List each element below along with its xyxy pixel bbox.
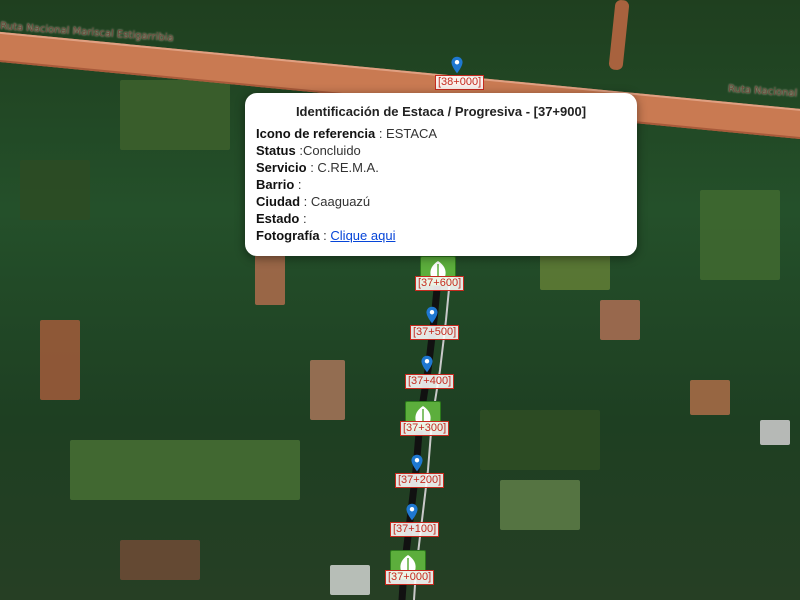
info-popup: Identificación de Estaca / Progresiva - … [245,93,637,256]
row-value: :Concluido [295,143,361,158]
map-pin-icon[interactable] [450,56,464,74]
row-label: Servicio [256,160,307,175]
popup-rows: Icono de referencia : ESTACA Status :Conc… [256,125,626,227]
row-value: : ESTACA [375,126,438,141]
photo-link[interactable]: Clique aqui [330,228,395,243]
row-label: Fotografía [256,228,320,243]
photo-row: Fotografía : Clique aqui [256,227,626,244]
row-label: Estado [256,211,300,226]
map-pin-icon[interactable] [405,503,419,521]
marker-label[interactable]: [37+400] [405,374,455,389]
row-value: : [299,211,307,226]
row-label: Ciudad [256,194,301,209]
marker-label[interactable]: [38+000] [435,75,485,90]
popup-row: Barrio : [256,176,626,193]
map-canvas[interactable]: Ruta Nacional Mariscal Estigarribia Ruta… [0,0,800,600]
marker-label[interactable]: [37+000] [385,570,435,585]
marker-label[interactable]: [37+200] [395,473,445,488]
popup-row: Estado : [256,210,626,227]
row-label: Status [256,143,296,158]
route-layer [398,254,453,600]
map-pin-icon[interactable] [420,355,434,373]
map-pin-icon[interactable] [410,454,424,472]
marker-label[interactable]: [37+100] [390,522,440,537]
popup-title: Identificación de Estaca / Progresiva - … [295,104,587,119]
map-pin-icon[interactable] [425,306,439,324]
row-value: : Caaguazú [300,194,371,209]
marker-label[interactable]: [37+300] [400,421,450,436]
row-value: : [294,177,302,192]
row-label: Barrio [256,177,295,192]
popup-row: Icono de referencia : ESTACA [256,125,626,142]
marker-label[interactable]: [37+500] [410,325,460,340]
popup-row: Status :Concluido [256,142,626,159]
popup-row: Ciudad : Caaguazú [256,193,626,210]
popup-row: Servicio : C.RE.M.A. [256,159,626,176]
row-value: : C.RE.M.A. [306,160,379,175]
row-label: Icono de referencia [256,126,376,141]
row-separator: : [319,228,331,243]
marker-label[interactable]: [37+600] [415,276,465,291]
